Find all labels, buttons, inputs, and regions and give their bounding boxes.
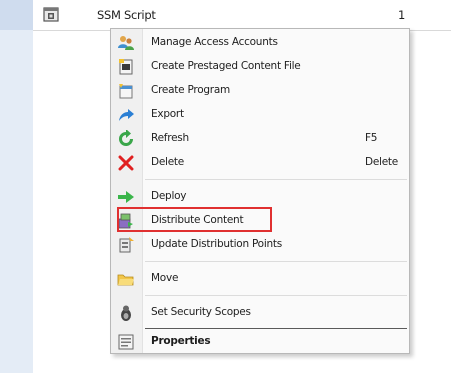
package-icon bbox=[43, 7, 59, 22]
menu-item-label: Properties bbox=[151, 335, 211, 347]
menu-item-update-distribution-points[interactable]: Update Distribution Points bbox=[111, 233, 409, 257]
refresh-icon bbox=[119, 130, 133, 146]
folder-move-icon bbox=[117, 274, 134, 286]
menu-item-label: Export bbox=[151, 108, 184, 120]
menu-item-shortcut: F5 bbox=[365, 132, 378, 144]
menu-item-delete[interactable]: Delete Delete bbox=[111, 151, 409, 175]
menu-item-label: Create Program bbox=[151, 84, 231, 96]
menu-item-label: Update Distribution Points bbox=[151, 238, 282, 250]
menu-item-set-security-scopes[interactable]: Set Security Scopes bbox=[111, 301, 409, 325]
menu-separator bbox=[145, 261, 407, 262]
export-arrow-icon bbox=[119, 109, 134, 121]
menu-item-create-prestaged-content-file[interactable]: Create Prestaged Content File bbox=[111, 55, 409, 79]
update-dp-icon bbox=[119, 237, 134, 253]
menu-item-label: Set Security Scopes bbox=[151, 306, 251, 318]
menu-item-label: Refresh bbox=[151, 132, 189, 144]
menu-item-label: Delete bbox=[151, 156, 184, 168]
menu-separator bbox=[145, 328, 407, 329]
properties-icon bbox=[118, 334, 134, 350]
menu-item-deploy[interactable]: Deploy bbox=[111, 185, 409, 209]
delete-x-icon bbox=[118, 155, 134, 171]
row-name: SSM Script bbox=[97, 8, 156, 22]
menu-separator bbox=[145, 295, 407, 296]
menu-separator bbox=[145, 179, 407, 180]
menu-item-create-program[interactable]: Create Program bbox=[111, 79, 409, 103]
row-count: 1 bbox=[398, 8, 406, 22]
menu-item-label: Move bbox=[151, 272, 179, 284]
users-icon bbox=[118, 36, 134, 50]
list-row-ssm-script[interactable]: SSM Script 1 bbox=[33, 0, 451, 31]
deploy-arrow-icon bbox=[118, 191, 134, 203]
create-program-icon bbox=[119, 84, 133, 99]
prestaged-file-icon bbox=[119, 59, 133, 75]
left-panel bbox=[0, 0, 33, 373]
context-menu: Manage Access Accounts Create Prestaged … bbox=[110, 28, 410, 354]
menu-item-label: Deploy bbox=[151, 190, 187, 202]
menu-item-manage-access-accounts[interactable]: Manage Access Accounts bbox=[111, 31, 409, 55]
menu-item-shortcut: Delete bbox=[365, 156, 398, 168]
menu-item-properties[interactable]: Properties bbox=[111, 330, 409, 354]
menu-item-export[interactable]: Export bbox=[111, 103, 409, 127]
menu-item-refresh[interactable]: Refresh F5 bbox=[111, 127, 409, 151]
security-scope-icon bbox=[121, 305, 131, 321]
menu-item-label: Create Prestaged Content File bbox=[151, 60, 301, 72]
distribute-content-highlight-box bbox=[117, 207, 272, 232]
left-panel-selected-row[interactable] bbox=[0, 0, 33, 30]
menu-item-label: Manage Access Accounts bbox=[151, 36, 278, 48]
menu-item-move[interactable]: Move bbox=[111, 267, 409, 291]
